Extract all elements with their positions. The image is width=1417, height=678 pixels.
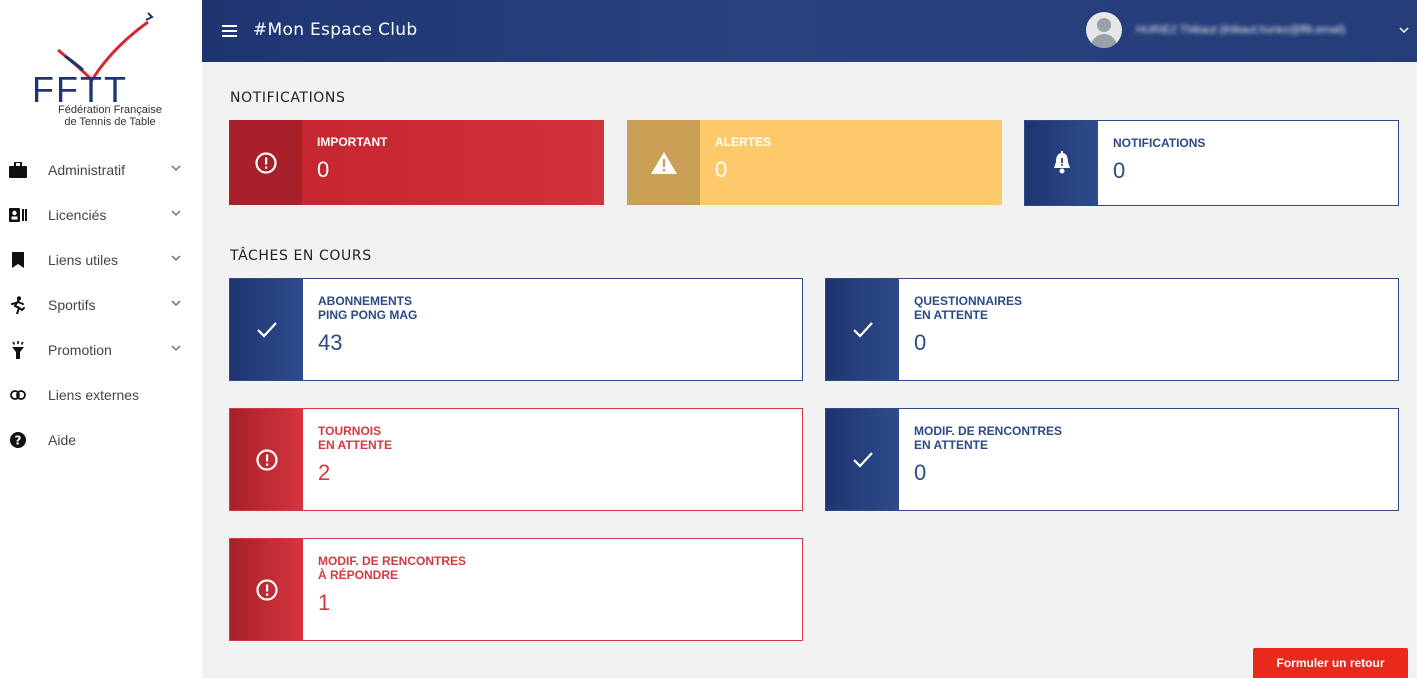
check-icon [826, 279, 899, 380]
sidebar-nav: Administratif Licenciés Liens utiles Spo… [0, 148, 202, 463]
card-value: 0 [1113, 158, 1126, 183]
exclamation-circle-icon [230, 409, 303, 510]
sidebar-item-sportifs[interactable]: Sportifs [0, 283, 202, 328]
task-card-abonnements[interactable]: ABONNEMENTS PING PONG MAG 43 [229, 278, 803, 381]
sidebar-item-label: Licenciés [48, 207, 107, 223]
card-label: IMPORTANT [317, 135, 388, 149]
card-label: NOTIFICATIONS [1113, 136, 1206, 150]
card-value: 2 [318, 460, 331, 485]
chevron-down-icon [171, 300, 181, 306]
check-icon [230, 279, 303, 380]
card-label-line1: QUESTIONNAIRES [914, 294, 1023, 308]
check-icon [826, 409, 899, 510]
card-value: 0 [715, 157, 728, 182]
help-icon: ? [9, 431, 27, 449]
top-bar: #Mon Espace Club HURIEZ Thibaut (thibaut… [202, 0, 1417, 62]
sidebar: FFTT Fédération Française de Tennis de T… [0, 0, 202, 678]
card-label-line2: EN ATTENTE [914, 438, 988, 452]
sidebar-item-label: Liens externes [48, 387, 140, 403]
notification-card-alertes[interactable]: ALERTES 0 [627, 120, 1002, 205]
app-title: #Mon Espace Club [253, 20, 418, 40]
hamburger-menu-icon[interactable] [222, 25, 237, 37]
card-label-line1: TOURNOIS [318, 424, 382, 438]
sidebar-item-label: Administratif [48, 162, 126, 178]
torch-icon [9, 341, 27, 359]
bookmark-icon [9, 251, 27, 269]
card-label-line2: À RÉPONDRE [318, 568, 399, 582]
notifications-section-title: NOTIFICATIONS [230, 90, 346, 106]
sidebar-item-aide[interactable]: ? Aide [0, 418, 202, 463]
sidebar-item-label: Aide [48, 432, 77, 448]
card-value: 0 [914, 460, 927, 485]
logo-subtitle: Fédération Française de Tennis de Table [20, 104, 200, 128]
card-label-line1: MODIF. DE RENCONTRES [318, 554, 467, 568]
warning-triangle-icon [627, 120, 700, 205]
logo-subtitle-line2: de Tennis de Table [64, 116, 156, 128]
card-value: 0 [914, 330, 927, 355]
sidebar-item-label: Promotion [48, 342, 112, 358]
running-icon [9, 296, 27, 314]
task-card-modif-rencontres-attente[interactable]: MODIF. DE RENCONTRES EN ATTENTE 0 [825, 408, 1399, 511]
card-label-line1: MODIF. DE RENCONTRES [914, 424, 1063, 438]
chevron-down-icon [171, 345, 181, 351]
logo-text: FFTT [32, 69, 128, 104]
sidebar-item-label: Liens utiles [48, 252, 119, 268]
chevron-down-icon [171, 165, 181, 171]
sidebar-item-promotion[interactable]: Promotion [0, 328, 202, 373]
chevron-down-icon [171, 210, 181, 216]
card-value: 43 [318, 330, 343, 355]
exclamation-circle-icon [229, 120, 302, 205]
card-value: 1 [318, 590, 331, 615]
avatar [1086, 12, 1122, 48]
task-card-tournois[interactable]: TOURNOIS EN ATTENTE 2 [229, 408, 803, 511]
sidebar-item-licencies[interactable]: Licenciés [0, 193, 202, 238]
user-menu[interactable]: HURIEZ Thibaut (thibaut.huriez@fftt.emai… [1086, 12, 1409, 48]
bell-icon [1025, 121, 1098, 205]
task-card-questionnaires[interactable]: QUESTIONNAIRES EN ATTENTE 0 [825, 278, 1399, 381]
fftt-logo-icon: FFTT [32, 12, 154, 104]
exclamation-circle-icon [230, 539, 303, 640]
chevron-down-icon [1399, 27, 1409, 34]
link-icon [9, 386, 27, 404]
fftt-logo[interactable]: FFTT Fédération Française de Tennis de T… [20, 8, 180, 128]
tasks-section-title: TÂCHES EN COURS [230, 248, 372, 264]
card-label-line2: EN ATTENTE [318, 438, 392, 452]
card-label: ALERTES [715, 135, 772, 149]
card-label-line2: PING PONG MAG [318, 308, 418, 322]
card-label-line1: ABONNEMENTS [318, 294, 413, 308]
briefcase-icon [9, 161, 27, 179]
user-name: HURIEZ Thibaut (thibaut.huriez@fftt.emai… [1136, 24, 1346, 36]
task-card-modif-rencontres-repondre[interactable]: MODIF. DE RENCONTRES À RÉPONDRE 1 [229, 538, 803, 641]
notification-card-notifications[interactable]: NOTIFICATIONS 0 [1024, 120, 1399, 206]
svg-text:?: ? [15, 434, 22, 448]
sidebar-item-label: Sportifs [48, 297, 96, 313]
card-value: 0 [317, 157, 330, 182]
feedback-button[interactable]: Formuler un retour [1253, 648, 1408, 678]
logo-subtitle-line1: Fédération Française [58, 104, 162, 116]
sidebar-item-liens-utiles[interactable]: Liens utiles [0, 238, 202, 283]
sidebar-item-liens-externes[interactable]: Liens externes [0, 373, 202, 418]
notification-card-important[interactable]: IMPORTANT 0 [229, 120, 604, 205]
sidebar-item-administratif[interactable]: Administratif [0, 148, 202, 193]
chevron-down-icon [171, 255, 181, 261]
id-card-icon [9, 206, 27, 224]
card-label-line2: EN ATTENTE [914, 308, 988, 322]
